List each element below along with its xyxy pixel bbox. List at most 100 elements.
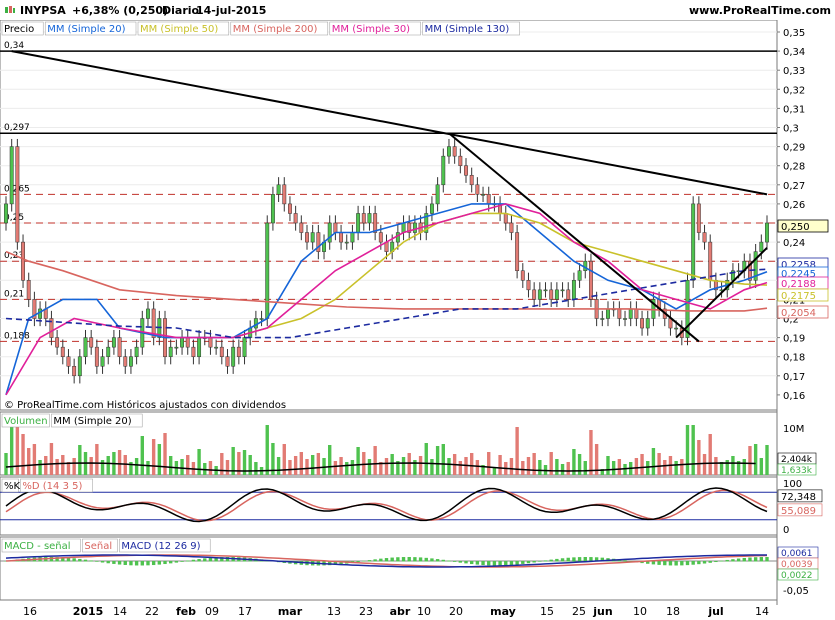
horizontal-level-label: 0,297 [4, 123, 30, 133]
macd-tag-label: 0,0061 [781, 549, 813, 559]
macd-histogram-bar [623, 560, 627, 562]
volume-bar [401, 457, 406, 475]
macd-histogram-bar [748, 557, 752, 562]
price-y-tick: 0,34 [783, 47, 805, 58]
candle-body [21, 241, 25, 281]
macd-histogram-bar [663, 561, 667, 566]
candle-body [623, 318, 627, 320]
candle-body [520, 270, 525, 281]
volume-bar [759, 458, 764, 475]
macd-histogram-bar [492, 561, 497, 566]
volume-bar [748, 446, 752, 475]
volume-bar [186, 455, 190, 475]
candle-body [72, 366, 77, 377]
volume-bar [78, 445, 82, 475]
candle-body [486, 194, 491, 205]
volume-bar [140, 436, 144, 475]
candle-body [577, 270, 582, 281]
volume-bar [61, 455, 65, 475]
volume-bar [708, 434, 712, 475]
candle-body [571, 280, 576, 300]
volume-bar [180, 459, 184, 475]
macd-histogram-bar [475, 561, 480, 565]
candle-body [617, 308, 622, 319]
price-y-tick: 0,29 [783, 143, 805, 154]
candle-body [146, 308, 150, 319]
volume-bar [95, 444, 99, 475]
macd-tag-label: 0,0022 [781, 571, 813, 581]
volume-bar [106, 456, 110, 475]
volume-bar [555, 459, 559, 475]
price-panel [0, 20, 778, 411]
brand-link[interactable]: www.ProRealTime.com [689, 4, 831, 17]
macd-histogram-bar [560, 558, 565, 562]
price-y-tick: 0,24 [783, 238, 805, 249]
x-axis-label: 13 [327, 605, 341, 618]
macd-histogram-bar [697, 561, 701, 565]
volume-bar [265, 425, 269, 475]
price-legend-label: MM (Simple 30) [332, 24, 410, 35]
candle-body [305, 232, 309, 243]
candle-body [367, 213, 372, 224]
candle-body [606, 308, 610, 319]
macd-histogram-bar [89, 560, 93, 562]
volume-bar [702, 454, 707, 475]
price-tag-label: 0,2054 [781, 308, 816, 319]
volume-bar [345, 462, 349, 475]
candle-body [361, 213, 366, 224]
candle-body [282, 184, 287, 205]
candle-body [441, 155, 446, 186]
macd-histogram-bar [396, 557, 400, 562]
stoch-y-tick: 100 [783, 479, 802, 490]
macd-histogram-bar [702, 561, 707, 564]
candle-body [77, 356, 82, 377]
date-label: 14-jul-2015 [196, 4, 267, 17]
volume-bar [441, 444, 445, 475]
volume-bar [151, 439, 156, 475]
volume-bar [538, 460, 542, 475]
candle-body [89, 337, 94, 348]
x-axis-label: 16 [23, 605, 37, 618]
macd-histogram-bar [430, 558, 434, 562]
volume-tag-label: 1,633k [781, 466, 813, 476]
macd-histogram-bar [521, 561, 525, 564]
macd-histogram-bar [379, 558, 383, 562]
price-legend-label: MM (Simple 50) [140, 24, 218, 35]
candle-body [696, 203, 701, 233]
volume-bar [305, 459, 309, 475]
volume-bar [21, 434, 25, 475]
macd-histogram-bar [515, 561, 519, 565]
price-y-tick: 0,26 [783, 200, 805, 211]
volume-bar [362, 452, 366, 475]
volume-bar [38, 460, 42, 475]
candle-body [628, 308, 633, 319]
volume-bar [407, 453, 411, 475]
candle-body [685, 280, 690, 338]
candle-body [481, 194, 485, 196]
macd-histogram-bar [191, 559, 196, 562]
macd-histogram-bar [140, 561, 144, 566]
volume-bar [32, 444, 37, 475]
candle-body [509, 222, 514, 233]
candle-body [532, 289, 537, 300]
price-tag-label: 0,2188 [781, 279, 816, 290]
macd-histogram-bar [674, 561, 678, 566]
macd-histogram-bar [203, 558, 207, 562]
candle-body [242, 337, 247, 357]
candle-body [4, 203, 8, 224]
macd-histogram-bar [731, 559, 735, 562]
candle-body [9, 146, 14, 205]
candle-body [191, 346, 196, 357]
macd-histogram-bar [169, 561, 173, 564]
candle-body [515, 232, 520, 272]
volume-bar [521, 461, 525, 475]
candle-body [111, 337, 116, 348]
candle-body [123, 356, 128, 367]
candle-body [225, 356, 230, 367]
candle-body [401, 222, 406, 233]
candlestick-icon [5, 6, 15, 13]
volume-bar [225, 460, 230, 475]
volume-bar [447, 458, 451, 475]
macd-histogram-bar [435, 559, 440, 562]
candle-body [310, 232, 315, 243]
